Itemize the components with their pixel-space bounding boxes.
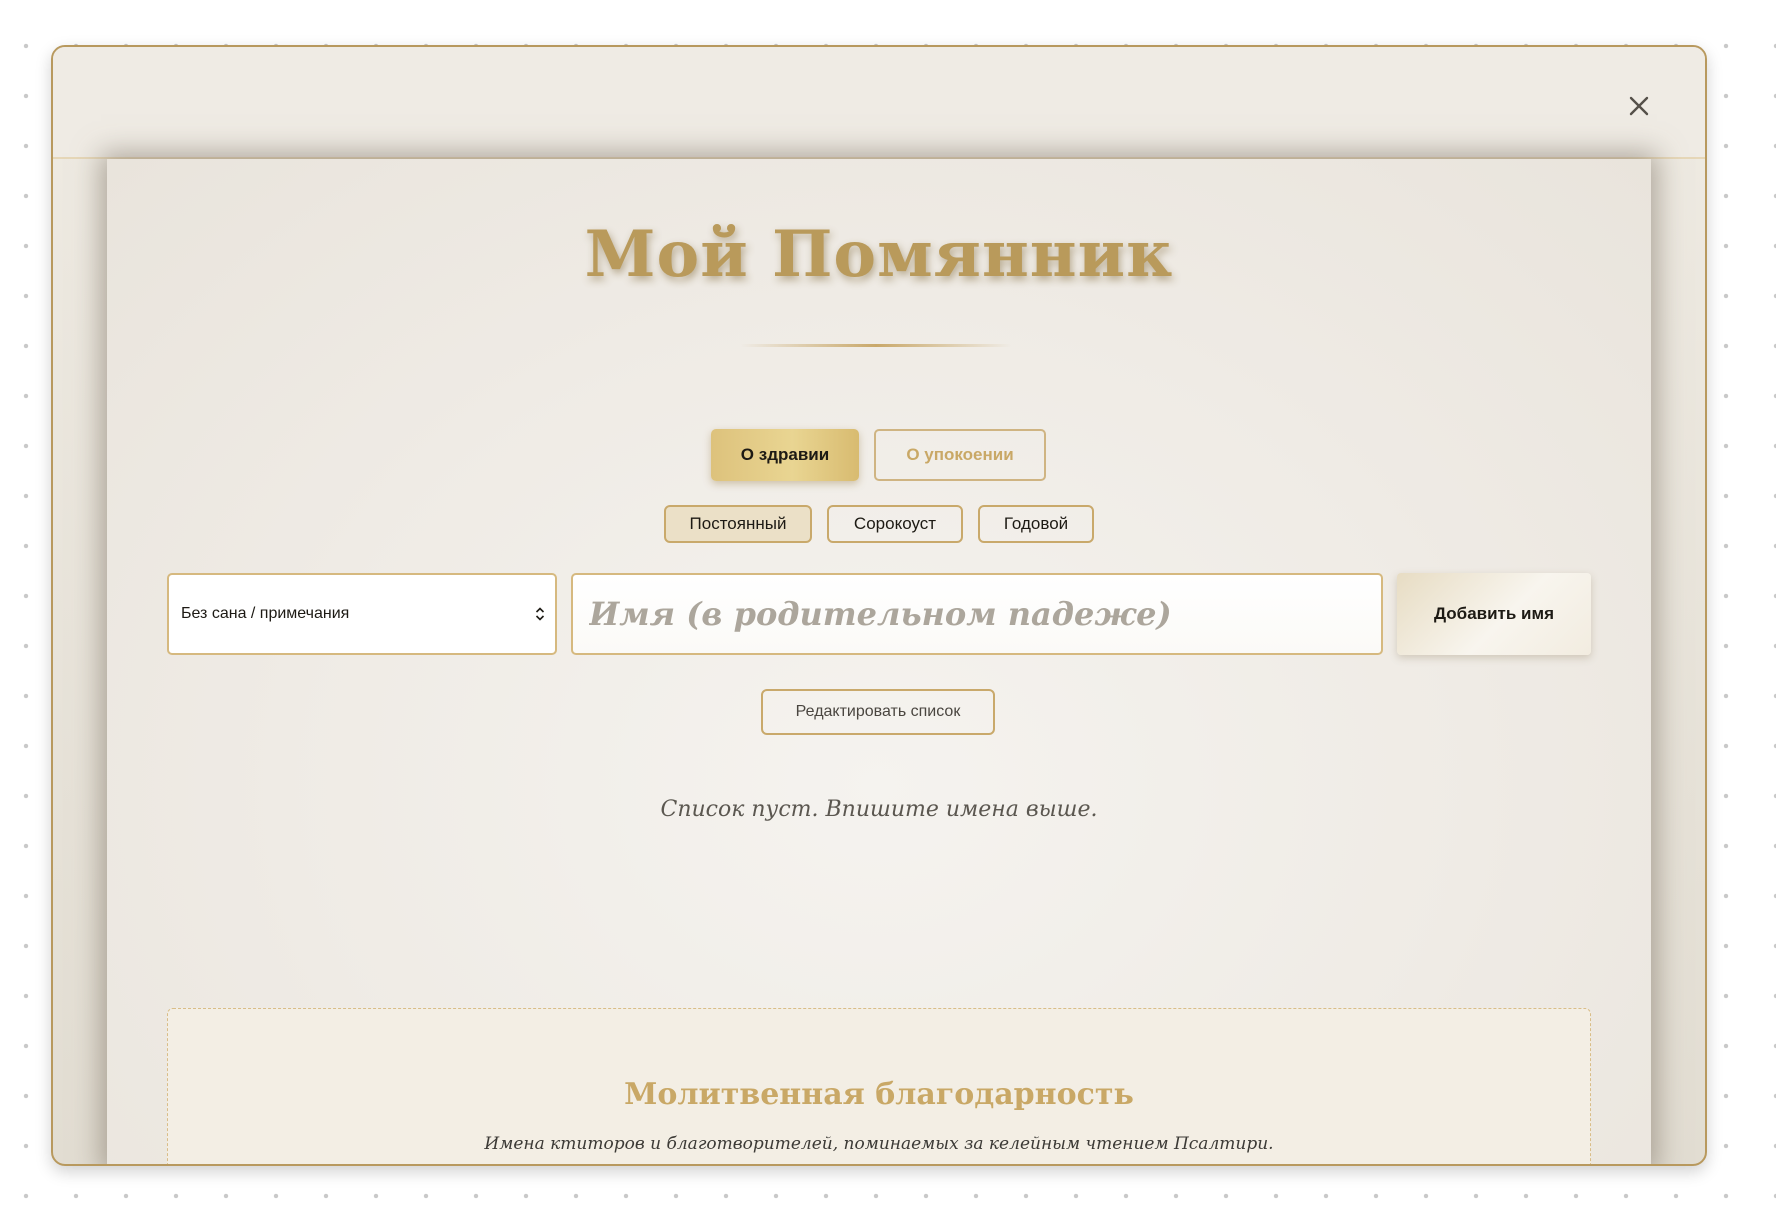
close-button[interactable] xyxy=(1622,89,1656,123)
edit-list-button[interactable]: Редактировать список xyxy=(761,689,995,735)
chevron-updown-icon xyxy=(535,607,545,621)
type-permanent-button[interactable]: Постоянный xyxy=(664,505,812,543)
rank-select-value: Без сана / примечания xyxy=(181,605,350,622)
modal-header xyxy=(53,47,1705,159)
rank-select[interactable]: Без сана / примечания xyxy=(167,573,557,655)
name-input[interactable] xyxy=(571,573,1383,655)
close-icon xyxy=(1629,96,1649,116)
gratitude-text: Имена ктиторов и благотворителей, помина… xyxy=(484,1134,1274,1154)
type-sorokoust-button[interactable]: Сорокоуст xyxy=(827,505,963,543)
pomyannik-modal: Мой Помянник О здравии О упокоении Посто… xyxy=(51,45,1707,1166)
page-title: Мой Помянник xyxy=(584,217,1174,292)
type-yearly-button[interactable]: Годовой xyxy=(978,505,1094,543)
parchment-page: Мой Помянник О здравии О упокоении Посто… xyxy=(107,159,1651,1164)
gratitude-section: Молитвенная благодарность Имена ктиторов… xyxy=(167,1008,1591,1164)
gratitude-title: Молитвенная благодарность xyxy=(624,1077,1134,1112)
tab-repose[interactable]: О упокоении xyxy=(874,429,1046,481)
add-name-button[interactable]: Добавить имя xyxy=(1397,573,1591,655)
tab-health[interactable]: О здравии xyxy=(711,429,859,481)
title-divider xyxy=(741,344,1011,347)
empty-list-message: Список пуст. Впишите имена выше. xyxy=(660,797,1098,822)
